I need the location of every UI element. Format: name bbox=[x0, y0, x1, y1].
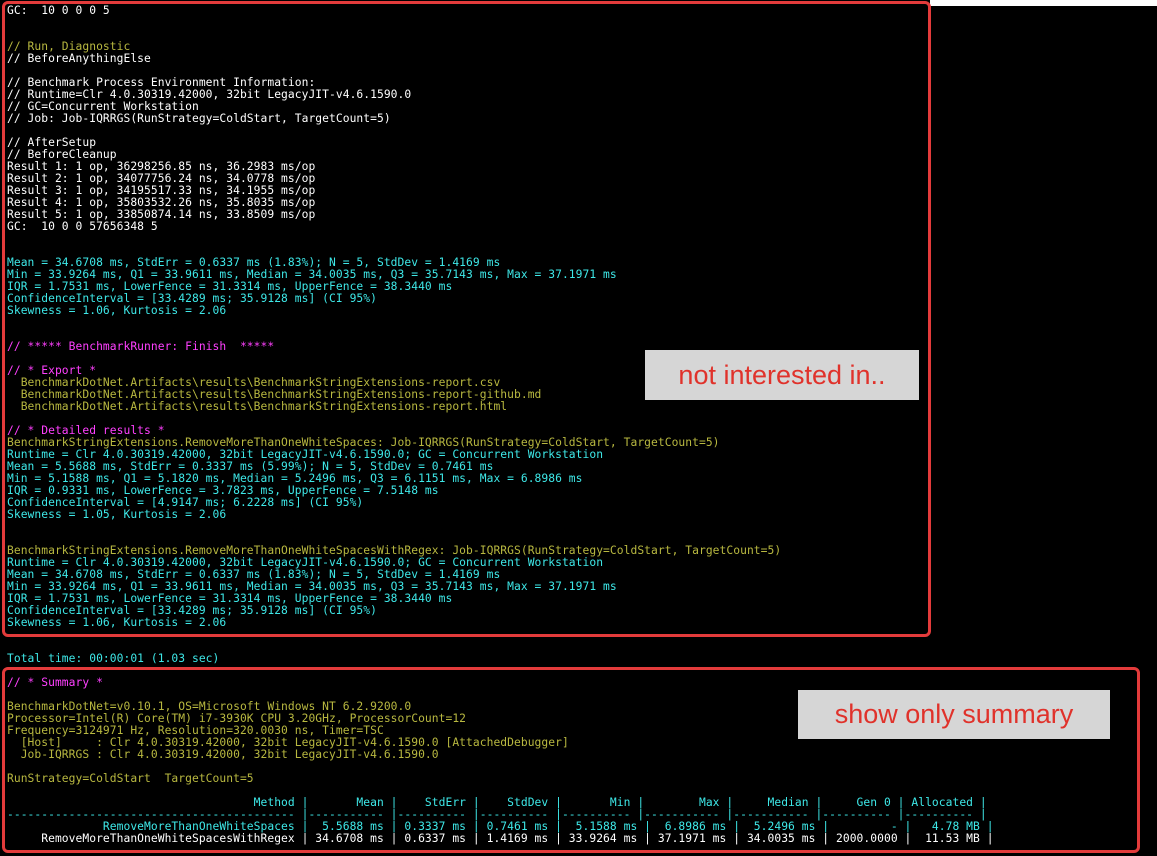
console-line: // BeforeAnythingElse bbox=[7, 52, 151, 65]
console-line: Skewness = 1.06, Kurtosis = 2.06 bbox=[7, 616, 227, 629]
console-line: // Job: Job-IQRRGS(RunStrategy=ColdStart… bbox=[7, 112, 391, 125]
console-line: RunStrategy=ColdStart TargetCount=5 bbox=[7, 772, 254, 785]
callout-not-interested: not interested in.. bbox=[645, 350, 919, 400]
console-line: Skewness = 1.06, Kurtosis = 2.06 bbox=[7, 304, 227, 317]
console-line: RemoveMoreThanOneWhiteSpacesWithRegex | … bbox=[7, 832, 994, 845]
console-line: // * Summary * bbox=[7, 676, 103, 689]
console-line: Job-IQRRGS : Clr 4.0.30319.42000, 32bit … bbox=[7, 748, 439, 761]
console-line: BenchmarkDotNet.Artifacts\results\Benchm… bbox=[7, 400, 508, 413]
callout-show-summary: show only summary bbox=[798, 690, 1110, 739]
console-line: GC: 10 0 0 57656348 5 bbox=[7, 220, 158, 233]
console-line: Total time: 00:00:01 (1.03 sec) bbox=[7, 652, 220, 665]
console-line: Skewness = 1.05, Kurtosis = 2.06 bbox=[7, 508, 227, 521]
background-strip bbox=[930, 0, 1157, 6]
console-line: GC: 10 0 0 0 5 bbox=[7, 4, 110, 17]
console-line: // ***** BenchmarkRunner: Finish ***** bbox=[7, 340, 275, 353]
